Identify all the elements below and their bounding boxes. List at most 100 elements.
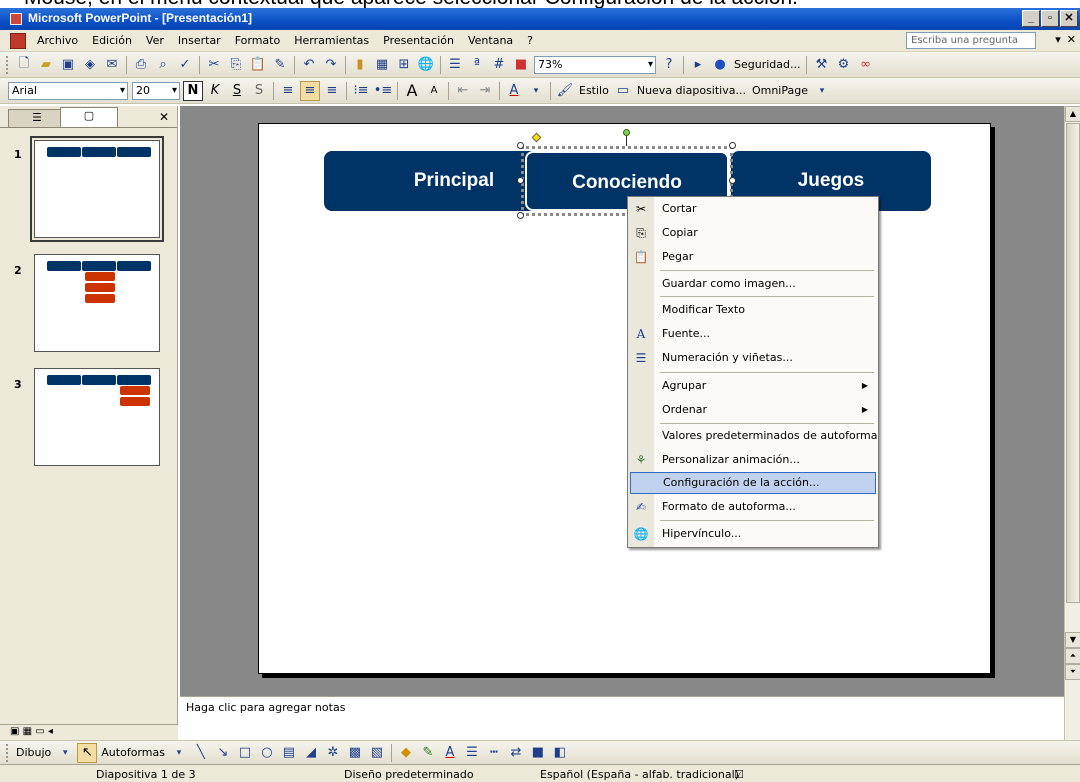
textbox-icon[interactable]: ▤ [279, 743, 299, 763]
resize-handle[interactable] [729, 177, 736, 184]
underline-button[interactable]: S [227, 81, 247, 101]
autoshapes-button[interactable]: Autoformas [101, 746, 165, 759]
resize-handle[interactable] [517, 142, 524, 149]
clipart-icon[interactable]: ▩ [345, 743, 365, 763]
menu-help[interactable]: ? [520, 34, 540, 47]
notes-pane[interactable]: Haga clic para agregar notas [180, 696, 1064, 740]
color-grayscale-icon[interactable]: ■ [511, 55, 531, 75]
notes-scrollbar[interactable] [1064, 696, 1080, 740]
cut-icon[interactable]: ✂ [204, 55, 224, 75]
security-icon[interactable]: ● [710, 55, 730, 75]
line-icon[interactable]: ╲ [191, 743, 211, 763]
chevron-down-icon[interactable]: ▾ [812, 81, 832, 101]
chevron-down-icon[interactable]: ▾ [55, 743, 75, 763]
maximize-button[interactable]: ▫ [1041, 10, 1059, 27]
arrow-icon[interactable]: ↘ [213, 743, 233, 763]
chevron-down-icon[interactable]: ▾ [526, 81, 546, 101]
ask-question-input[interactable]: Escriba una pregunta [906, 32, 1036, 49]
save-icon[interactable]: ▣ [58, 55, 78, 75]
slide-thumbnail-3[interactable] [34, 368, 160, 466]
align-right-icon[interactable]: ≡ [322, 81, 342, 101]
bold-button[interactable]: N [183, 80, 203, 101]
menu-item-personalizar-animacion[interactable]: ⚘ Personalizar animación... [630, 449, 876, 471]
menu-item-ordenar[interactable]: Ordenar ▶ [630, 399, 876, 421]
print-icon[interactable]: ⎙ [131, 55, 151, 75]
minimize-button[interactable]: _ [1022, 10, 1040, 27]
adjust-handle[interactable] [531, 132, 542, 143]
menu-formato[interactable]: Formato [228, 34, 288, 47]
menu-item-pegar[interactable]: 📋 Pegar [630, 246, 876, 268]
menu-item-configuracion-accion[interactable]: Configuración de la acción... [630, 472, 876, 494]
diagram-icon[interactable]: ✲ [323, 743, 343, 763]
font-color-draw-button[interactable]: A [440, 743, 460, 763]
line-style-icon[interactable]: ☰ [462, 743, 482, 763]
grid-icon[interactable]: # [489, 55, 509, 75]
menu-item-valores-predeterminados[interactable]: Valores predeterminados de autoforma [630, 425, 877, 447]
expand-all-icon[interactable]: ☰ [445, 55, 465, 75]
previous-slide-button[interactable]: ⏶ [1065, 648, 1080, 664]
email-icon[interactable]: ✉ [102, 55, 122, 75]
font-color-button[interactable]: A [504, 81, 524, 101]
copy-icon[interactable]: ⎘ [226, 55, 246, 75]
slideshow-icon[interactable]: ▭ [35, 726, 44, 737]
menu-archivo[interactable]: Archivo [30, 34, 85, 47]
style-button[interactable]: Estilo [579, 84, 609, 97]
picture-icon[interactable]: ▧ [367, 743, 387, 763]
font-size-combo[interactable]: 20 [132, 81, 180, 100]
menu-item-hipervinculo[interactable]: 🌐 Hipervínculo... [630, 523, 876, 545]
research-icon[interactable]: ⚒ [811, 55, 831, 75]
zoom-combo[interactable]: 73% [534, 55, 656, 74]
toolbar-grip[interactable] [6, 743, 10, 762]
document-icon[interactable] [10, 32, 26, 49]
show-formatting-icon[interactable]: ª [467, 55, 487, 75]
bullets-icon[interactable]: •≡ [373, 81, 393, 101]
close-document-button[interactable]: ✕ [1067, 33, 1076, 46]
undo-icon[interactable]: ↶ [299, 55, 319, 75]
fill-color-icon[interactable]: ◆ [396, 743, 416, 763]
vertical-scrollbar[interactable]: ▲ ▼ ⏶ ⏷ [1064, 106, 1080, 696]
menu-item-guardar-como-imagen[interactable]: Guardar como imagen... [630, 273, 876, 295]
tab-slides[interactable]: ▢ [60, 107, 118, 127]
shadow-button[interactable]: S [249, 81, 269, 101]
scroll-thumb[interactable] [1066, 123, 1080, 603]
menu-item-copiar[interactable]: ⎘ Copiar [630, 222, 876, 244]
wordart-icon[interactable]: ◢ [301, 743, 321, 763]
tab-outline[interactable]: ☰ [8, 109, 66, 127]
close-button[interactable]: ✕ [1060, 10, 1078, 27]
resize-handle[interactable] [517, 177, 524, 184]
permission-icon[interactable]: ◈ [80, 55, 100, 75]
chevron-down-icon[interactable]: ▾ [169, 743, 189, 763]
spelling-icon[interactable]: ✓ [175, 55, 195, 75]
omnipage-button[interactable]: OmniPage [752, 84, 808, 97]
scroll-down-button[interactable]: ▼ [1065, 632, 1080, 648]
menu-ver[interactable]: Ver [139, 34, 171, 47]
link-icon[interactable]: ∞ [855, 55, 875, 75]
help-icon[interactable]: ? [659, 55, 679, 75]
menu-item-numeracion[interactable]: ☰ Numeración y viñetas... [630, 347, 876, 369]
new-slide-button[interactable]: Nueva diapositiva... [637, 84, 746, 97]
close-pane-button[interactable]: ✕ [159, 110, 169, 124]
resize-handle[interactable] [729, 142, 736, 149]
rotate-handle[interactable] [623, 129, 630, 136]
font-name-combo[interactable]: Arial [8, 81, 128, 100]
line-color-icon[interactable]: ✎ [418, 743, 438, 763]
menu-edicion[interactable]: Edición [85, 34, 139, 47]
tables-borders-icon[interactable]: ⊞ [394, 55, 414, 75]
play-icon[interactable]: ▸ [688, 55, 708, 75]
menu-item-formato-autoforma[interactable]: ✍ Formato de autoforma... [630, 496, 876, 518]
format-painter-icon[interactable]: ✎ [270, 55, 290, 75]
menu-presentacion[interactable]: Presentación [376, 34, 461, 47]
scroll-up-button[interactable]: ▲ [1065, 106, 1080, 122]
menu-item-modificar-texto[interactable]: Modificar Texto [630, 299, 876, 321]
design-icon[interactable]: 🖌 [555, 81, 575, 101]
draw-menu-button[interactable]: Dibujo [16, 746, 51, 759]
oval-icon[interactable]: ○ [257, 743, 277, 763]
paste-icon[interactable]: 📋 [248, 55, 268, 75]
menu-item-fuente[interactable]: A Fuente... [630, 323, 876, 345]
align-left-icon[interactable]: ≡ [278, 81, 298, 101]
slide-thumbnail-2[interactable] [34, 254, 160, 352]
next-slide-button[interactable]: ⏷ [1065, 664, 1080, 680]
slide[interactable]: Principal Juegos Conociendo [258, 123, 991, 674]
slide-sorter-icon[interactable]: ▦ [23, 726, 32, 737]
shadow-style-icon[interactable]: ■ [528, 743, 548, 763]
